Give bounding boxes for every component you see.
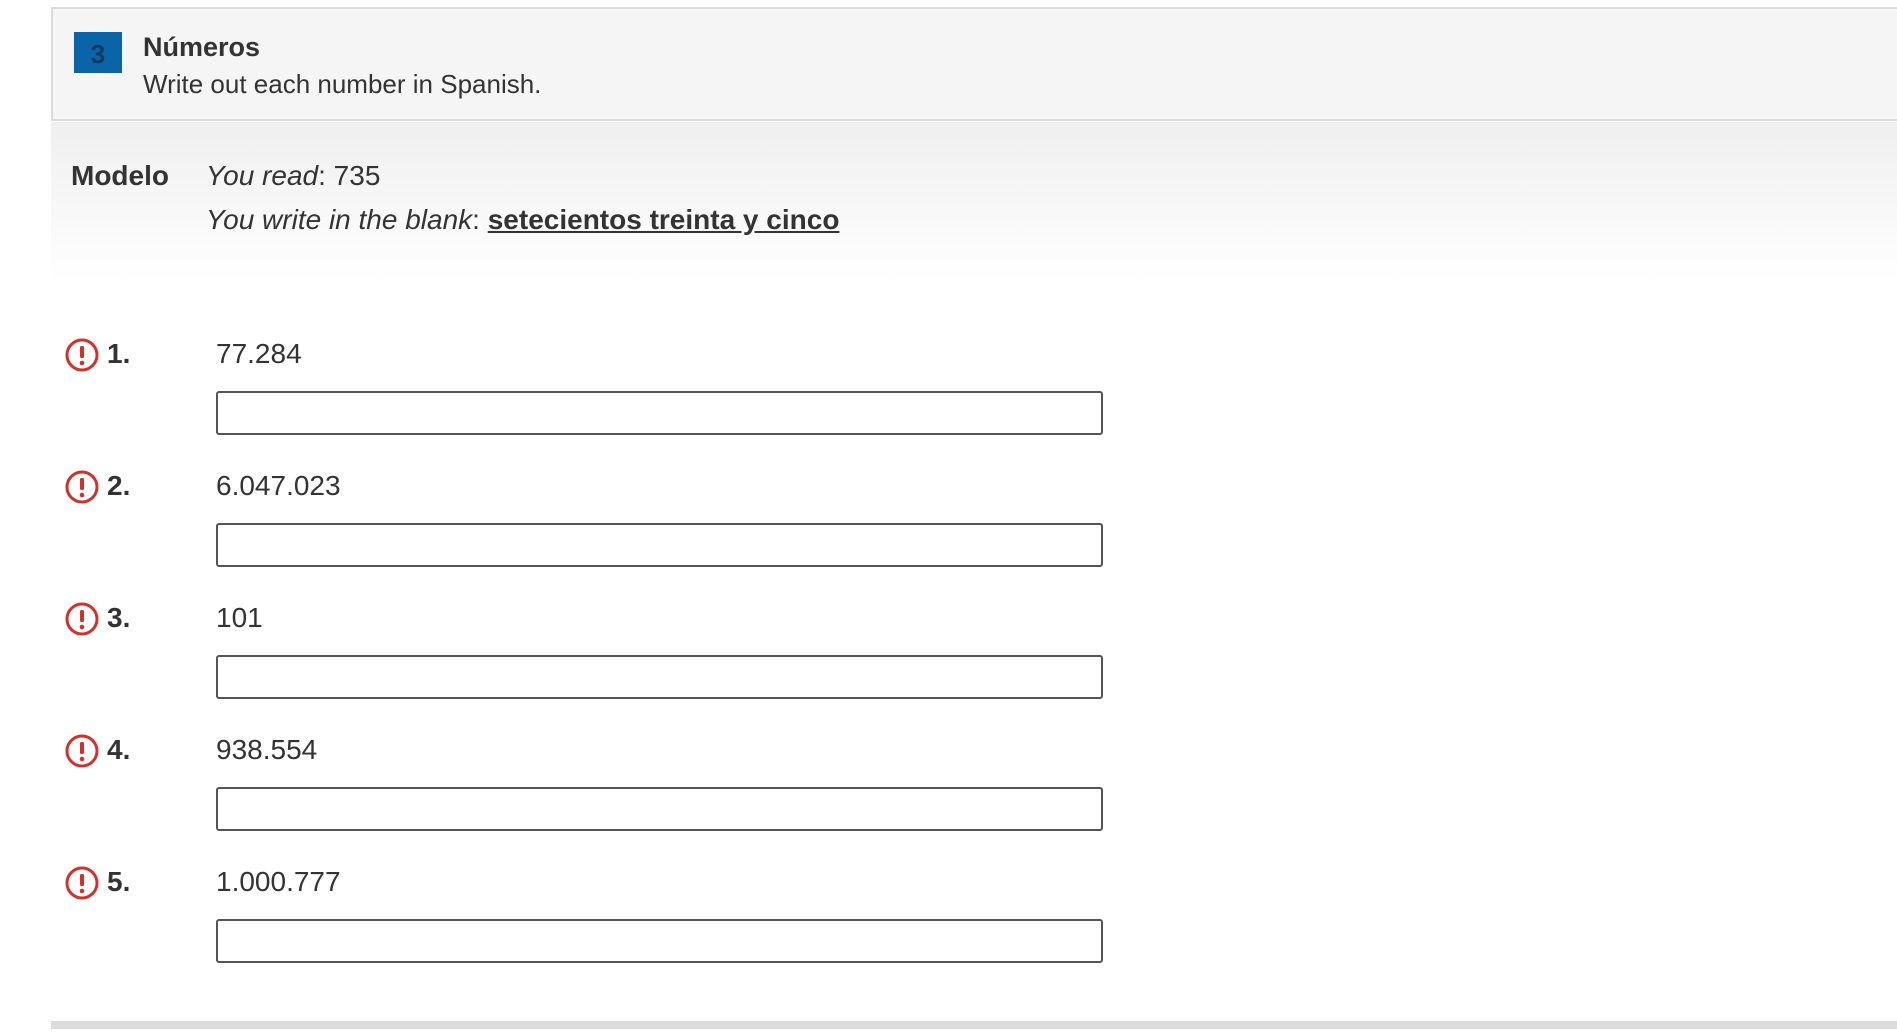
answer-input[interactable]: [216, 787, 1103, 831]
question-prompt: 6.047.023: [216, 470, 341, 501]
question-prompt: 1.000.777: [216, 866, 341, 897]
model-read-value: : 735: [318, 160, 381, 191]
answer-input[interactable]: [216, 919, 1103, 963]
model-example: Modelo You read: 735 You write in the bl…: [51, 122, 1897, 282]
model-write-answer: setecientos treinta y cinco: [487, 204, 840, 235]
model-write-separator: :: [472, 204, 488, 235]
question-prompt: 101: [216, 602, 263, 633]
question-prompt: 938.554: [216, 734, 318, 765]
alert-circle-icon: [65, 602, 99, 636]
question-number: 2.: [107, 470, 131, 501]
activity-header: 3 Números Write out each number in Spani…: [51, 7, 1897, 121]
model-read-prefix: You read: [206, 160, 319, 191]
answer-input[interactable]: [216, 523, 1103, 567]
answer-input[interactable]: [216, 655, 1103, 699]
question-number: 1.: [107, 338, 131, 369]
model-write-prefix: You write in the blank: [206, 204, 473, 235]
answer-input[interactable]: [216, 391, 1103, 435]
model-read-line: You read: 735: [206, 160, 380, 192]
alert-circle-icon: [65, 734, 99, 768]
activity-title: Números: [143, 32, 261, 62]
question-prompt: 77.284: [216, 338, 302, 369]
model-label: Modelo: [71, 160, 169, 191]
question-number: 5.: [107, 866, 131, 897]
alert-circle-icon: [65, 470, 99, 504]
question-number: 4.: [107, 734, 131, 765]
activity-number-badge: 3: [74, 32, 122, 73]
alert-circle-icon: [65, 338, 99, 372]
activity-instructions: Write out each number in Spanish.: [143, 69, 542, 99]
section-divider: [51, 1021, 1897, 1029]
model-write-line: You write in the blank: setecientos trei…: [206, 204, 839, 236]
question-number: 3.: [107, 602, 131, 633]
alert-circle-icon: [65, 866, 99, 900]
